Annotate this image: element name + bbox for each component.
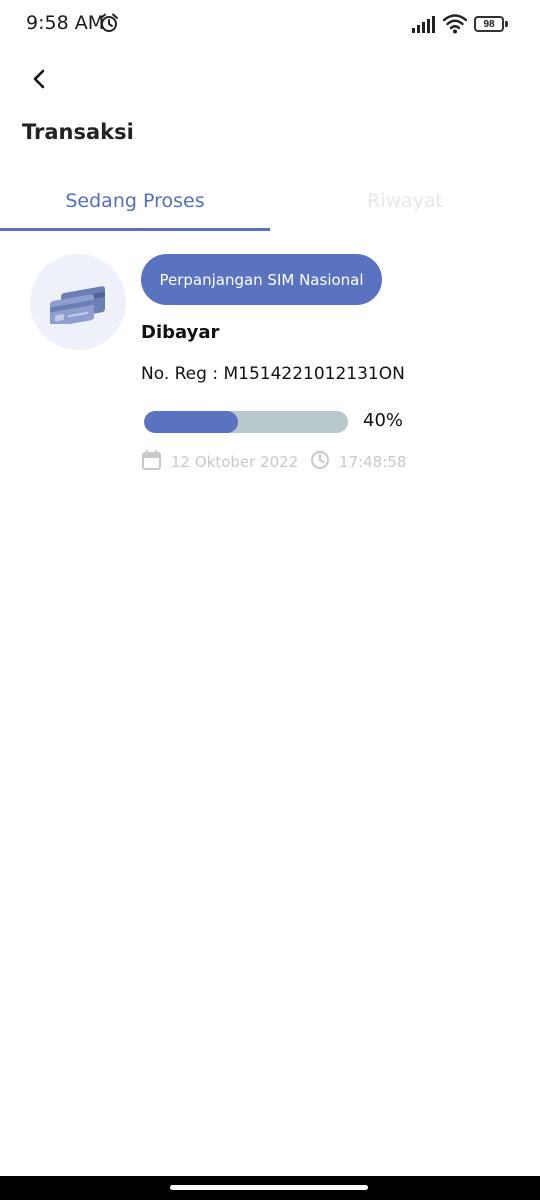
page-title: Transaksi [22,120,134,144]
registration-number: No. Reg : M1514221012131ON [141,364,405,384]
transaction-timestamp: 12 Oktober 2022 17:48:58 [142,450,442,474]
status-bar: 9:58 AM 98 [0,0,540,48]
transaction-status: Dibayar [141,322,220,343]
transaction-icon-avatar [30,254,126,350]
progress-bar [144,411,348,433]
back-button[interactable] [24,64,54,94]
service-type-badge[interactable]: Perpanjangan SIM Nasional [141,254,382,305]
status-time: 9:58 AM [26,12,105,34]
battery-icon: 98 [474,16,508,32]
signal-icon [412,16,435,33]
chevron-left-icon [33,69,45,89]
tab-bar: Sedang Proses Riwayat [0,170,540,232]
battery-level: 98 [474,16,504,32]
transaction-date: 12 Oktober 2022 [171,453,299,471]
home-indicator[interactable] [170,1185,368,1190]
system-nav-bar [0,1176,540,1200]
calendar-icon [142,450,161,470]
clock-icon [311,451,329,469]
battery-tip [505,21,508,27]
tab-sedang-proses[interactable]: Sedang Proses [0,170,270,232]
progress-bar-fill [144,411,238,433]
wifi-icon [443,14,467,34]
credit-card-icon [50,286,105,324]
tab-riwayat[interactable]: Riwayat [270,170,540,232]
transaction-time: 17:48:58 [339,453,407,471]
progress-percent: 40% [363,410,404,431]
alarm-icon [100,13,118,32]
active-tab-indicator [0,228,270,231]
